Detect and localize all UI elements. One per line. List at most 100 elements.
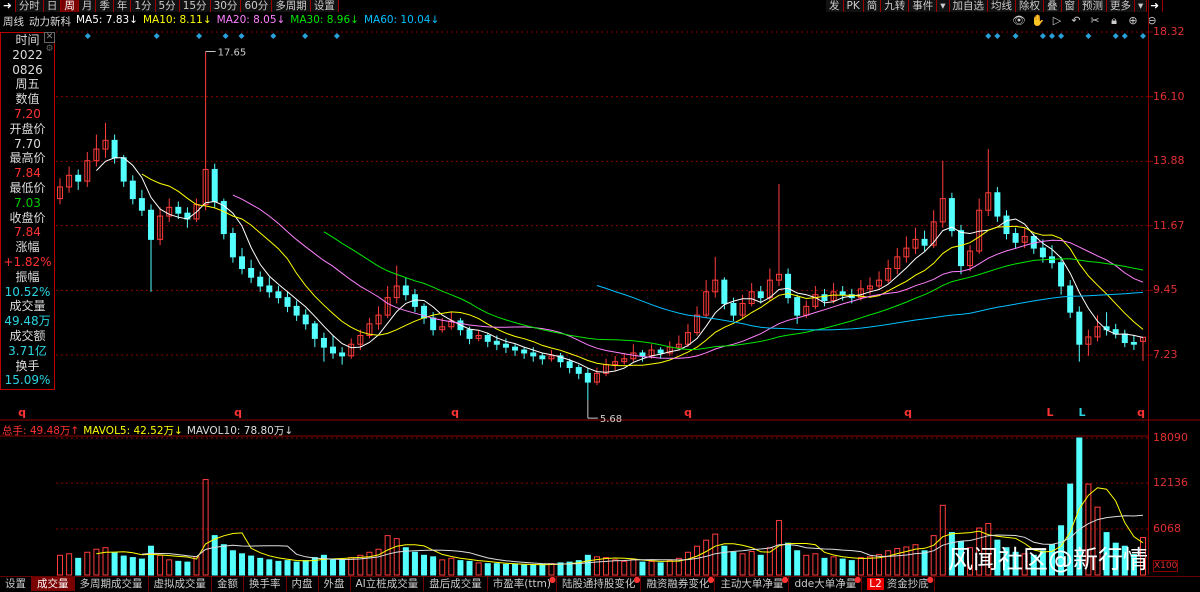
event-diamond-icon xyxy=(1048,33,1055,39)
volume-bar xyxy=(466,560,473,576)
candle-down xyxy=(248,267,255,278)
volume-bar xyxy=(612,559,619,576)
candle-down xyxy=(129,180,136,200)
event-diamond-icon xyxy=(333,33,340,39)
volume-bar xyxy=(284,560,291,576)
tab-0[interactable]: 设置 xyxy=(0,577,32,591)
candle-down xyxy=(730,302,737,316)
event-diamond-icon xyxy=(1058,33,1065,39)
candle-down xyxy=(957,230,964,267)
tab-4[interactable]: 金额 xyxy=(212,577,244,591)
kline-chart[interactable]: 17.65 5.68 q q q q q L Lq xyxy=(0,0,1200,591)
event-diamond-icon xyxy=(994,33,1001,39)
candle-down xyxy=(539,355,546,360)
volume-bar xyxy=(293,561,300,576)
price-tick-label: 18.32 xyxy=(1153,25,1185,38)
candle-down xyxy=(1130,341,1137,345)
volume-bar xyxy=(202,479,209,576)
tab-12[interactable]: 融资融券变化 ● xyxy=(641,576,716,591)
tab-9[interactable]: 盘后成交量 xyxy=(424,577,488,591)
quarter-marker: q xyxy=(234,406,242,419)
l2-badge: L2 xyxy=(867,578,884,590)
gear-icon[interactable]: ⚙ xyxy=(44,44,55,55)
candle-down xyxy=(293,305,300,316)
indicator-tabs: 设置 成交量 多周期成交量 虚拟成交量 金额 换手率 内盘 外盘 AI立桩成交量 盘后成交量 市盈率… xyxy=(0,576,1200,591)
volume-bar xyxy=(411,551,418,576)
event-diamond-icon xyxy=(238,33,245,39)
tab-15[interactable]: L2 资金抄底 ● xyxy=(862,575,935,591)
volume-bar xyxy=(184,561,191,576)
change-value: +1.82% xyxy=(3,254,52,269)
volume-bar xyxy=(502,563,509,576)
volume-bar xyxy=(348,557,355,576)
tab-label: AI立桩成交量 xyxy=(355,578,419,590)
volume-bar xyxy=(448,557,455,576)
new-dot-icon: ● xyxy=(781,575,789,584)
volume-bar xyxy=(721,545,728,576)
tab-1[interactable]: 成交量 xyxy=(32,577,75,591)
low-label: 最低价 xyxy=(9,180,46,195)
candle-down xyxy=(466,329,473,339)
tab-14[interactable]: dde大单净量 ● xyxy=(789,575,863,591)
tab-7[interactable]: 外盘 xyxy=(319,577,351,591)
candle-down xyxy=(1121,333,1128,343)
tab-13[interactable]: 主动大单净量 ● xyxy=(715,575,790,591)
volume-bar xyxy=(66,553,73,576)
volume-bar xyxy=(748,551,755,576)
volume-bar xyxy=(384,535,391,576)
tab-3[interactable]: 虚拟成交量 xyxy=(149,577,212,591)
volume-tick-label: 18090 xyxy=(1153,431,1188,444)
volume-bar xyxy=(885,550,892,576)
quarter-marker: q xyxy=(451,406,459,419)
candle-down xyxy=(1058,262,1065,287)
volume-bar xyxy=(694,545,701,576)
event-diamond-icon xyxy=(84,33,91,39)
event-diamond-icon xyxy=(1085,33,1092,39)
candle-down xyxy=(402,285,409,296)
close-label: 收盘价 xyxy=(9,210,46,225)
candle-down xyxy=(175,206,182,214)
volume-bar xyxy=(530,564,537,576)
candle-down xyxy=(311,323,318,339)
candle-down xyxy=(75,174,82,182)
volume-legend: 总手: 49.48万↑ MAVOL5: 42.52万↓ MAVOL10: 78.… xyxy=(2,423,293,438)
event-diamond-icon xyxy=(985,33,992,39)
volume-bar xyxy=(739,553,746,576)
volume-bar xyxy=(812,553,819,576)
candle-down xyxy=(721,279,728,304)
volume-bar xyxy=(512,563,519,576)
volume-bar xyxy=(794,550,801,576)
volume-bar xyxy=(939,504,946,576)
amount-label: 成交额 xyxy=(9,328,46,343)
new-dot-icon: ● xyxy=(926,575,934,584)
candle-down xyxy=(575,367,582,374)
candle-down xyxy=(994,192,1001,217)
candle-down xyxy=(148,209,155,240)
tab-8[interactable]: AI立桩成交量 xyxy=(351,577,425,591)
candle-down xyxy=(266,285,273,293)
candle-down xyxy=(948,198,955,232)
tab-label: 成交量 xyxy=(37,578,69,590)
candle-down xyxy=(1039,247,1046,258)
close-icon[interactable]: ✕ xyxy=(44,32,55,43)
new-dot-icon: ● xyxy=(633,575,641,584)
volume-tick-label: 6068 xyxy=(1153,522,1181,536)
volume-bar xyxy=(730,551,737,576)
new-dot-icon: ● xyxy=(854,575,862,584)
volume-bar xyxy=(366,551,373,576)
volume-bar xyxy=(75,557,82,576)
total-volume: 总手: 49.48万↑ xyxy=(2,425,80,437)
tab-2[interactable]: 多周期成交量 xyxy=(75,577,149,591)
tab-6[interactable]: 内盘 xyxy=(287,577,319,591)
close-value: 7.84 xyxy=(14,225,41,240)
tab-10[interactable]: 市盈率(ttm) ● xyxy=(488,576,557,591)
volume-bar xyxy=(248,555,255,576)
event-diamond-icon xyxy=(222,33,229,39)
volume-bar xyxy=(138,558,145,576)
volume-bar xyxy=(375,548,382,576)
volume-bar xyxy=(220,544,227,576)
tab-5[interactable]: 换手率 xyxy=(244,577,287,591)
candle-down xyxy=(339,352,346,357)
tab-11[interactable]: 陆股通持股变化 ● xyxy=(557,575,642,591)
volume-unit-label: X100 xyxy=(1153,560,1179,572)
